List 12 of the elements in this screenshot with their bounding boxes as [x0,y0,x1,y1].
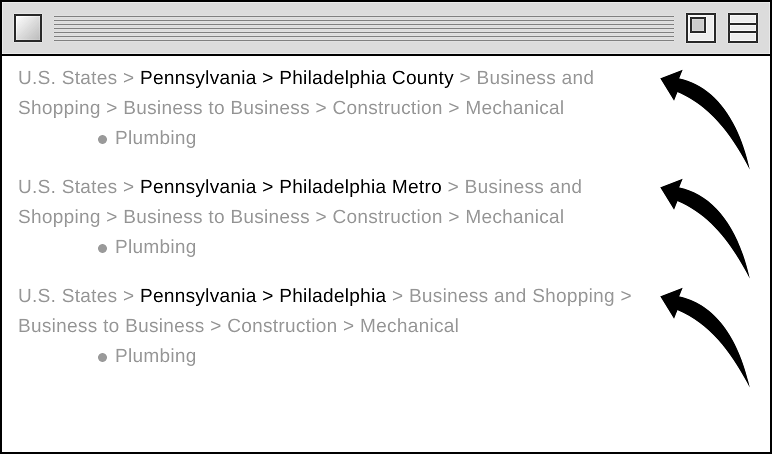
collapse-box-icon[interactable] [728,13,758,43]
breadcrumb-path: U.S. States > Pennsylvania > Philadelphia Metro > Business and Shopping > Business to Business > Construction > Mechanical [18,176,584,230]
category-link[interactable]: Plumbing [115,233,197,263]
breadcrumb-path: U.S. States > Pennsylvania > Philadelphia County > Business and Shopping > Business to Business > Construction > Mechanical [18,67,596,121]
close-box[interactable] [14,14,42,42]
bullet-icon [98,352,107,362]
category-link[interactable]: Plumbing [115,124,197,154]
breadcrumb-path: U.S. States > Pennsylvania > Philadelphia > Business and Shopping > Business to Business > Construction > Mechanical [18,285,633,339]
bullet-icon [98,134,107,144]
bullet-icon [98,244,107,252]
zoom-box-icon[interactable] [686,13,716,43]
category-link[interactable]: Plumbing [115,342,197,372]
